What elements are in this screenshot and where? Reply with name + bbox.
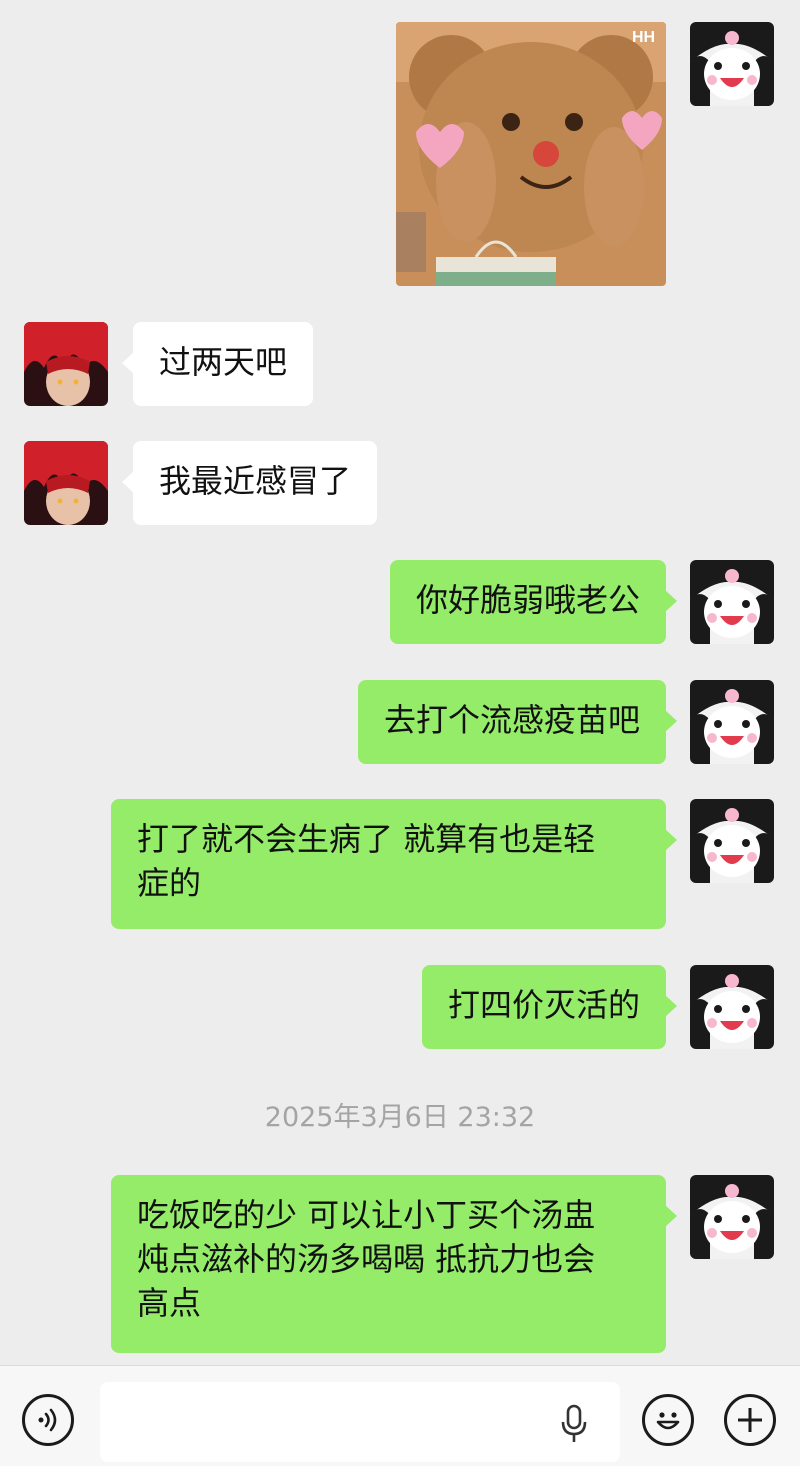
message-bubble-outgoing[interactable]: 去打个流感疫苗吧: [357, 680, 678, 764]
emoji-icon: [656, 1412, 680, 1430]
microphone-icon: [561, 1404, 587, 1442]
teddy-bear-photo: HH: [396, 22, 666, 286]
message-bubble-outgoing[interactable]: 吃饭吃的少 可以让小丁买个汤盅 炖点滋补的汤多喝喝 抵抗力也会 高点: [111, 1175, 677, 1353]
my-avatar[interactable]: [690, 560, 774, 644]
plus-icon: [738, 1408, 762, 1432]
message-bubble-outgoing[interactable]: 打了就不会生病了 就算有也是轻 症的: [111, 799, 677, 929]
kuromi-avatar-icon: [690, 680, 774, 764]
mic-button[interactable]: [558, 1404, 590, 1448]
input-bar: [0, 1365, 800, 1466]
message-input[interactable]: [100, 1382, 620, 1462]
timestamp: 2025年3月6日 23:32: [264, 1102, 536, 1133]
kuromi-avatar-icon: [690, 22, 774, 106]
my-avatar[interactable]: [690, 965, 774, 1049]
my-avatar[interactable]: [690, 799, 774, 883]
svg-text:HH: HH: [632, 29, 655, 46]
message-bubble-incoming[interactable]: 我最近感冒了: [121, 441, 378, 525]
kuromi-avatar-icon: [690, 965, 774, 1049]
emoji-button[interactable]: [642, 1394, 694, 1446]
more-button[interactable]: [724, 1394, 776, 1446]
photo-message[interactable]: HH: [396, 22, 666, 286]
red-hair-avatar-icon: [24, 322, 108, 406]
my-avatar[interactable]: [690, 22, 774, 106]
kuromi-avatar-icon: [690, 799, 774, 883]
kuromi-avatar-icon: [690, 1175, 774, 1259]
voice-icon: [38, 1408, 57, 1432]
my-avatar[interactable]: [690, 680, 774, 764]
voice-button[interactable]: [22, 1394, 74, 1446]
message-bubble-outgoing[interactable]: 你好脆弱哦老公: [389, 560, 678, 644]
message-bubble-incoming[interactable]: 过两天吧: [121, 322, 314, 406]
message-bubble-outgoing[interactable]: 打四价灭活的: [421, 965, 678, 1049]
my-avatar[interactable]: [690, 1175, 774, 1259]
contact-avatar[interactable]: [24, 322, 108, 406]
contact-avatar[interactable]: [24, 441, 108, 525]
kuromi-avatar-icon: [690, 560, 774, 644]
red-hair-avatar-icon: [24, 441, 108, 525]
